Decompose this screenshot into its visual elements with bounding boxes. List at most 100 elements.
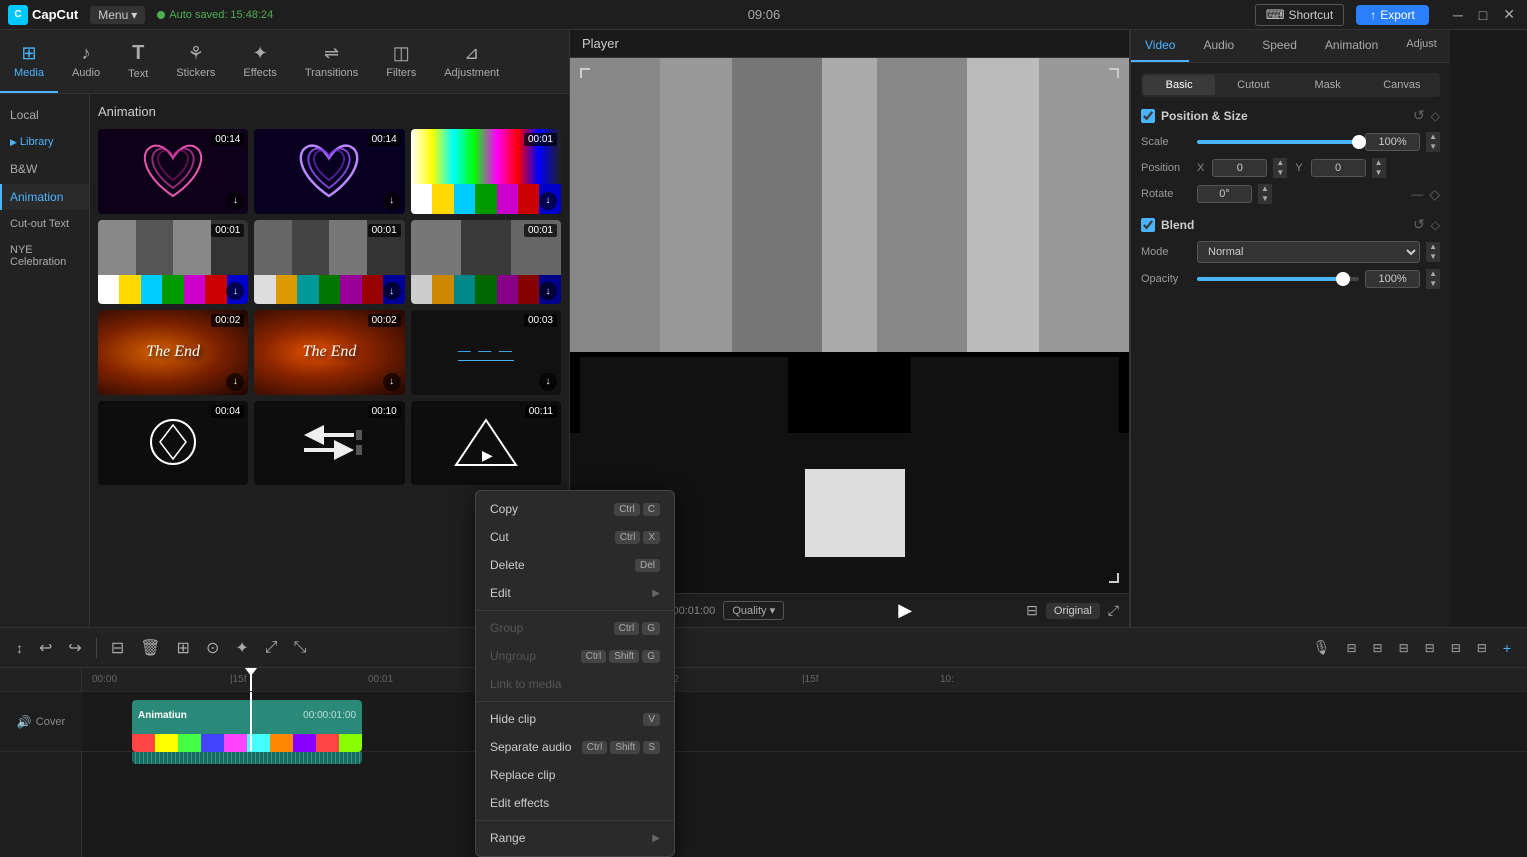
blend-mode-up[interactable]: ▲ <box>1426 242 1440 252</box>
thumb-1-download[interactable]: ↓ <box>383 192 401 210</box>
track-mute-icon[interactable]: 🔊 <box>17 715 32 729</box>
y-up[interactable]: ▲ <box>1372 158 1386 168</box>
media-thumb-7[interactable]: The End 00:02 ↓ <box>254 310 404 395</box>
timeline-scroll-area[interactable]: 00:00 |15f 00:01 |15f 00:02 |15f 10: Ani… <box>82 668 1527 857</box>
scale-down[interactable]: ▼ <box>1426 142 1440 152</box>
tl-undo-button[interactable]: ↩ <box>33 636 58 660</box>
thumb-8-download[interactable]: ↓ <box>539 373 557 391</box>
prop-tab-adjust[interactable]: Adjust <box>1392 30 1450 62</box>
tab-stickers[interactable]: ⚘ Stickers <box>162 30 229 93</box>
prop-tab-animation[interactable]: Animation <box>1311 30 1392 62</box>
original-button[interactable]: Original <box>1046 603 1100 619</box>
ctx-edit-effects[interactable]: Edit effects <box>476 789 674 817</box>
x-up[interactable]: ▲ <box>1273 158 1287 168</box>
position-size-anchor[interactable]: ◇ <box>1431 107 1440 124</box>
opacity-input[interactable] <box>1365 270 1420 288</box>
rotate-reset[interactable]: ◇ <box>1429 186 1440 203</box>
rotate-input[interactable] <box>1197 185 1252 203</box>
tl-redo-button[interactable]: ↪ <box>62 636 87 660</box>
sub-tab-canvas[interactable]: Canvas <box>1366 75 1438 95</box>
scale-slider[interactable] <box>1197 140 1359 144</box>
tab-media[interactable]: ⊞ Media <box>0 30 58 93</box>
sidebar-item-bw[interactable]: B&W <box>0 156 89 182</box>
ctx-range[interactable]: Range ▶ <box>476 824 674 852</box>
media-thumb-5[interactable]: 00:01 ↓ <box>411 220 561 305</box>
position-size-reset[interactable]: ↺ <box>1413 107 1425 124</box>
blend-anchor[interactable]: ◇ <box>1431 216 1440 233</box>
tl-split-button[interactable]: ⊟ <box>105 636 130 660</box>
scale-input[interactable] <box>1365 133 1420 151</box>
blend-reset[interactable]: ↺ <box>1413 216 1425 233</box>
tl-mic-button[interactable]: 🎙 <box>1307 637 1337 658</box>
aspect-ratio-button[interactable]: ⊟ <box>1026 602 1038 619</box>
sub-tab-basic[interactable]: Basic <box>1143 75 1215 95</box>
play-button[interactable]: ▶ <box>898 600 912 621</box>
media-thumb-11[interactable]: ▶ 00:11 <box>411 401 561 486</box>
tab-text[interactable]: T Text <box>114 30 162 93</box>
sub-tab-cutout[interactable]: Cutout <box>1217 75 1289 95</box>
maximize-button[interactable]: □ <box>1475 6 1491 23</box>
thumb-6-download[interactable]: ↓ <box>226 373 244 391</box>
ctx-separate-audio[interactable]: Separate audio Ctrl Shift S <box>476 733 674 761</box>
prop-tab-audio[interactable]: Audio <box>1189 30 1248 62</box>
blend-mode-select[interactable]: Normal Multiply Screen Overlay <box>1197 241 1420 263</box>
quality-button[interactable]: Quality ▾ <box>723 601 784 620</box>
thumb-2-download[interactable]: ↓ <box>539 192 557 210</box>
rotate-anchor[interactable]: — <box>1411 187 1423 201</box>
tl-more-right[interactable]: ⊟ <box>1471 639 1493 657</box>
media-thumb-6[interactable]: The End 00:02 ↓ <box>98 310 248 395</box>
tl-add-button[interactable]: + <box>1497 638 1517 658</box>
tl-fit-button[interactable]: ⊟ <box>1393 639 1415 657</box>
tl-select-tool[interactable]: ↕ <box>10 638 29 658</box>
sidebar-item-animation[interactable]: Animation <box>0 184 89 210</box>
sidebar-item-cutout[interactable]: Cut-out Text <box>0 212 89 236</box>
position-x-input[interactable] <box>1212 159 1267 177</box>
thumb-7-download[interactable]: ↓ <box>383 373 401 391</box>
ctx-replace-clip[interactable]: Replace clip <box>476 761 674 789</box>
blend-checkbox[interactable] <box>1141 218 1155 232</box>
tab-filters[interactable]: ◫ Filters <box>372 30 430 93</box>
ctx-cut[interactable]: Cut Ctrl X <box>476 523 674 551</box>
tl-align-button[interactable]: ⊟ <box>1367 639 1389 657</box>
tab-audio[interactable]: ♪ Audio <box>58 30 114 93</box>
media-thumb-3[interactable]: 00:01 ↓ <box>98 220 248 305</box>
fullscreen-button[interactable]: ⤢ <box>1108 602 1119 619</box>
sidebar-item-library[interactable]: ▶ Library <box>0 130 89 154</box>
export-button[interactable]: ↑ Export <box>1356 5 1429 25</box>
y-down[interactable]: ▼ <box>1372 168 1386 178</box>
tl-delete-button[interactable]: 🗑 <box>134 636 166 660</box>
sub-tab-mask[interactable]: Mask <box>1292 75 1364 95</box>
tl-duplicate-button[interactable]: ⊞ <box>171 636 196 660</box>
tab-transitions[interactable]: ⇌ Transitions <box>291 30 372 93</box>
media-thumb-0[interactable]: 00:14 ↓ <box>98 129 248 214</box>
thumb-4-download[interactable]: ↓ <box>383 282 401 300</box>
blend-mode-down[interactable]: ▼ <box>1426 252 1440 262</box>
tab-effects[interactable]: ✦ Effects <box>229 30 290 93</box>
timeline-clip[interactable]: Animatiun 00:00:01:00 <box>132 700 362 744</box>
ctx-hide-clip[interactable]: Hide clip V <box>476 705 674 733</box>
sidebar-item-local[interactable]: Local <box>0 102 89 128</box>
tl-zoom-out[interactable]: ⊟ <box>1419 639 1441 657</box>
tl-zoom-in[interactable]: ⊟ <box>1445 639 1467 657</box>
tl-play-button[interactable]: ⊙ <box>200 636 225 660</box>
ctx-edit[interactable]: Edit ▶ <box>476 579 674 607</box>
media-thumb-8[interactable]: — — — 00:03 ↓ <box>411 310 561 395</box>
scale-up[interactable]: ▲ <box>1426 132 1440 142</box>
position-y-input[interactable] <box>1311 159 1366 177</box>
media-thumb-4[interactable]: 00:01 ↓ <box>254 220 404 305</box>
tl-effects-button[interactable]: ✦ <box>229 636 254 660</box>
thumb-5-download[interactable]: ↓ <box>539 282 557 300</box>
minimize-button[interactable]: ─ <box>1449 6 1467 23</box>
opacity-slider[interactable] <box>1197 277 1359 281</box>
opacity-down[interactable]: ▼ <box>1426 279 1440 289</box>
tab-adjustment[interactable]: ⊿ Adjustment <box>430 30 513 93</box>
media-thumb-10[interactable]: 00:10 <box>254 401 404 486</box>
sidebar-item-nye[interactable]: NYE Celebration <box>0 238 89 274</box>
position-size-checkbox[interactable] <box>1141 109 1155 123</box>
media-thumb-2[interactable]: 00:01 ↓ <box>411 129 561 214</box>
media-thumb-1[interactable]: 00:14 ↓ <box>254 129 404 214</box>
opacity-up[interactable]: ▲ <box>1426 269 1440 279</box>
prop-tab-speed[interactable]: Speed <box>1248 30 1311 62</box>
x-down[interactable]: ▼ <box>1273 168 1287 178</box>
ctx-delete[interactable]: Delete Del <box>476 551 674 579</box>
